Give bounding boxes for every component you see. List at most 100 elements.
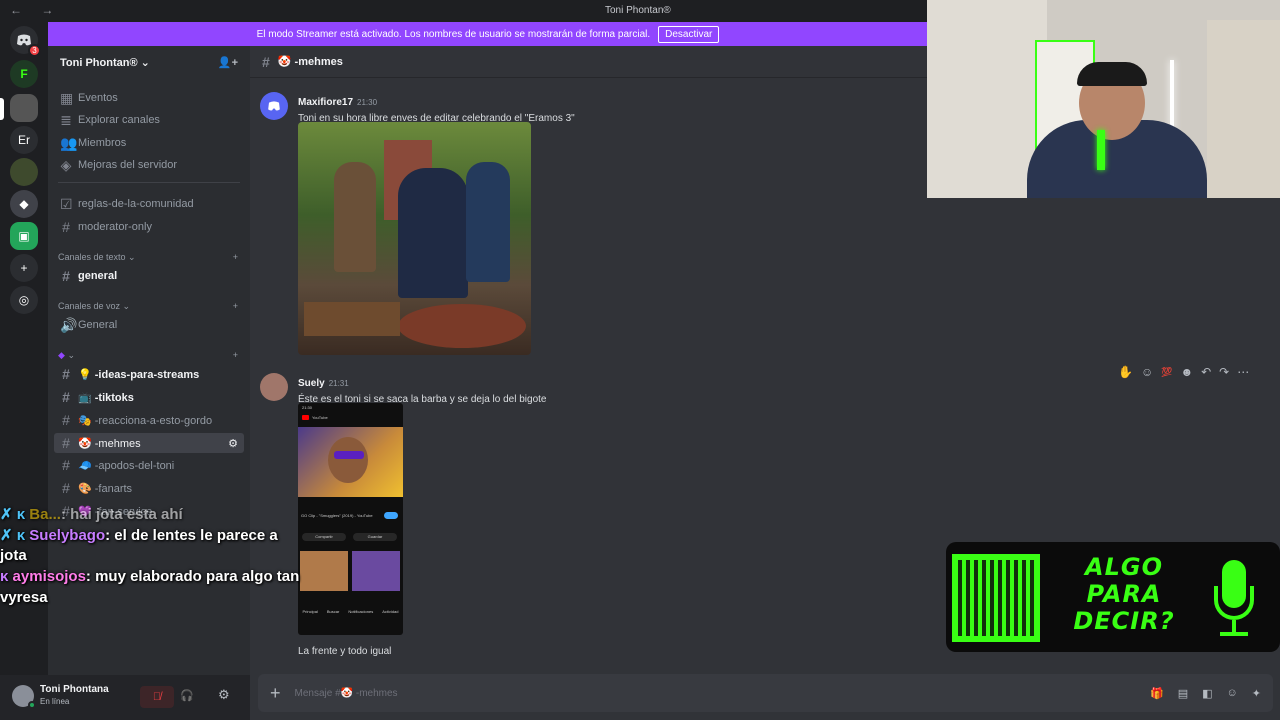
nav-label: Eventos (78, 92, 118, 104)
avatar[interactable] (260, 92, 288, 120)
channel-settings-icon[interactable]: ⚙ (228, 437, 238, 450)
headphones-icon[interactable]: 🎧 (180, 689, 194, 702)
qr-caption-line: DECIR? (1073, 607, 1175, 635)
hash-icon: # (62, 389, 70, 405)
person-shape (466, 162, 510, 282)
channel-general[interactable]: # general (54, 266, 244, 286)
invite-icon[interactable]: 👤+ (218, 56, 238, 69)
gif-icon[interactable]: ▤ (1178, 687, 1188, 700)
message-author[interactable]: Maxifiore17 (298, 97, 353, 108)
add-reaction-icon[interactable]: ☻ (1180, 365, 1193, 379)
message-input[interactable]: Mensaje #🤡 -mehmes (295, 688, 398, 699)
avatar[interactable] (260, 373, 288, 401)
nav-item-events[interactable]: ▦ Eventos (54, 88, 244, 108)
upload-plus-icon[interactable]: + (270, 683, 281, 704)
message-author[interactable]: Suely (298, 378, 325, 389)
voice-channel-general[interactable]: 🔊 General (54, 315, 244, 335)
chat-text: : el de lentes le parece a (105, 527, 278, 544)
nav-item-members[interactable]: 👥 Miembros (54, 133, 244, 153)
nav-item-browse[interactable]: ≣ Explorar canales (54, 110, 244, 130)
channel-fanarts[interactable]: # 🎨 -fanarts (54, 478, 244, 498)
forward-icon[interactable]: ↷ (1219, 365, 1229, 379)
add-channel-icon[interactable]: + (233, 252, 238, 263)
apps-icon[interactable]: ✦ (1252, 687, 1261, 700)
chat-line: ᴋ aymisojos: muy elaborado para algo tan (0, 568, 360, 589)
qr-overlay: ALGO PARA DECIR? (946, 542, 1280, 652)
guild-name: Toni Phontan® ⌄ (60, 56, 150, 69)
speaker-icon: 🔊 (60, 316, 78, 333)
nav-arrows[interactable]: ← → (10, 3, 61, 17)
server-icon-green[interactable]: F (10, 60, 38, 88)
server-icon-toni[interactable] (10, 94, 38, 122)
hash-icon: # (62, 480, 70, 496)
channel-ideas[interactable]: # 💡 -ideas-para-streams (54, 364, 244, 384)
server-icon-game[interactable] (10, 158, 38, 186)
more-icon[interactable]: ⋯ (1237, 365, 1249, 379)
qr-code[interactable] (952, 554, 1040, 642)
qr-caption: ALGO PARA DECIR? (1058, 554, 1190, 635)
members-icon: 👥 (60, 134, 78, 151)
nav-item-boosts[interactable]: ◈ Mejoras del servidor (54, 155, 244, 175)
category-emoji-icon: ◆ (58, 350, 65, 360)
category-voice[interactable]: Canales de voz ⌄ + (58, 301, 238, 312)
sticker-icon[interactable]: ◧ (1202, 687, 1212, 700)
gift-icon[interactable]: 🎁 (1150, 687, 1164, 700)
channel-label: General (78, 319, 118, 331)
user-name: Toni Phontana (40, 684, 109, 695)
youtube-logo-icon (302, 415, 309, 420)
microphone-icon (1214, 560, 1254, 640)
channel-rules[interactable]: ☑ reglas-de-la-comunidad (54, 194, 244, 214)
face-shape (328, 437, 368, 483)
rules-icon: ☑ (60, 195, 73, 212)
hash-icon: # (62, 457, 70, 473)
channel-tiktoks[interactable]: # 📺 -tiktoks (54, 387, 244, 407)
notification-badge: 3 (28, 44, 41, 57)
emoji-icon[interactable]: ☺ (1227, 687, 1238, 700)
server-icon-diamond[interactable]: ◆ (10, 190, 38, 218)
nav-label: Miembros (78, 137, 127, 149)
active-server-pip (0, 98, 4, 120)
category-third[interactable]: ◆ ⌄ + (58, 350, 238, 361)
category-label: ◆ ⌄ (58, 350, 75, 361)
settings-gear-icon[interactable]: ⚙ (218, 687, 230, 703)
boost-icon: ◈ (60, 156, 72, 173)
hash-icon: # (62, 268, 70, 284)
reaction-face-icon[interactable]: ☺ (1141, 365, 1153, 379)
server-icon-er[interactable]: Er (10, 126, 38, 154)
badge-icon: ᴋ (0, 568, 9, 585)
channel-label: 🧢 -apodos-del-toni (78, 459, 175, 472)
browse-icon: ≣ (60, 111, 72, 128)
cap-shape (1077, 62, 1147, 86)
reaction-100-icon[interactable]: 💯 (1161, 367, 1172, 378)
message-composer[interactable]: + Mensaje #🤡 -mehmes 🎁 ▤ ◧ ☺ ✦ (258, 674, 1273, 712)
attached-image-bbq[interactable] (298, 122, 531, 355)
streamer-banner-text: El modo Streamer está activado. Los nomb… (256, 28, 651, 40)
server-icon-bot[interactable]: ▣ (10, 222, 38, 250)
webcam-feed (927, 0, 1280, 198)
qr-caption-line: PARA (1086, 580, 1162, 608)
add-server-icon[interactable]: + (10, 254, 38, 282)
channel-mehmes[interactable]: # 🤡 -mehmes ⚙ (54, 433, 244, 453)
explore-icon[interactable]: ◎ (10, 286, 38, 314)
channel-label: reglas-de-la-comunidad (78, 198, 194, 210)
discord-home-icon[interactable]: 3 (10, 26, 41, 57)
channel-label: 📺 -tiktoks (78, 391, 134, 404)
deactivate-button[interactable]: Desactivar (658, 25, 720, 43)
category-text[interactable]: Canales de texto ⌄ + (58, 252, 238, 263)
reply-icon[interactable]: ↶ (1201, 365, 1211, 379)
channel-reacciona[interactable]: # 🎭 -reacciona-a-esto-gordo (54, 410, 244, 430)
sword-icon: ✗ ᴋ (0, 506, 26, 523)
back-icon[interactable]: ← (10, 3, 30, 17)
mic-muted-icon[interactable]: 🎙̸ (140, 686, 174, 708)
forward-icon[interactable]: → (41, 3, 61, 17)
channel-moderator[interactable]: # moderator-only (54, 217, 244, 237)
hash-icon: # (62, 366, 70, 382)
channel-apodos[interactable]: # 🧢 -apodos-del-toni (54, 455, 244, 475)
add-channel-icon[interactable]: + (233, 350, 238, 361)
add-channel-icon[interactable]: + (233, 301, 238, 312)
message-time: 21:31 (328, 379, 349, 388)
channel-label: general (78, 270, 118, 282)
guild-header[interactable]: Toni Phontan® ⌄ 👤+ (48, 46, 250, 78)
reaction-hand-icon[interactable]: ✋ (1118, 365, 1133, 379)
chat-text: vyresa (0, 589, 48, 606)
